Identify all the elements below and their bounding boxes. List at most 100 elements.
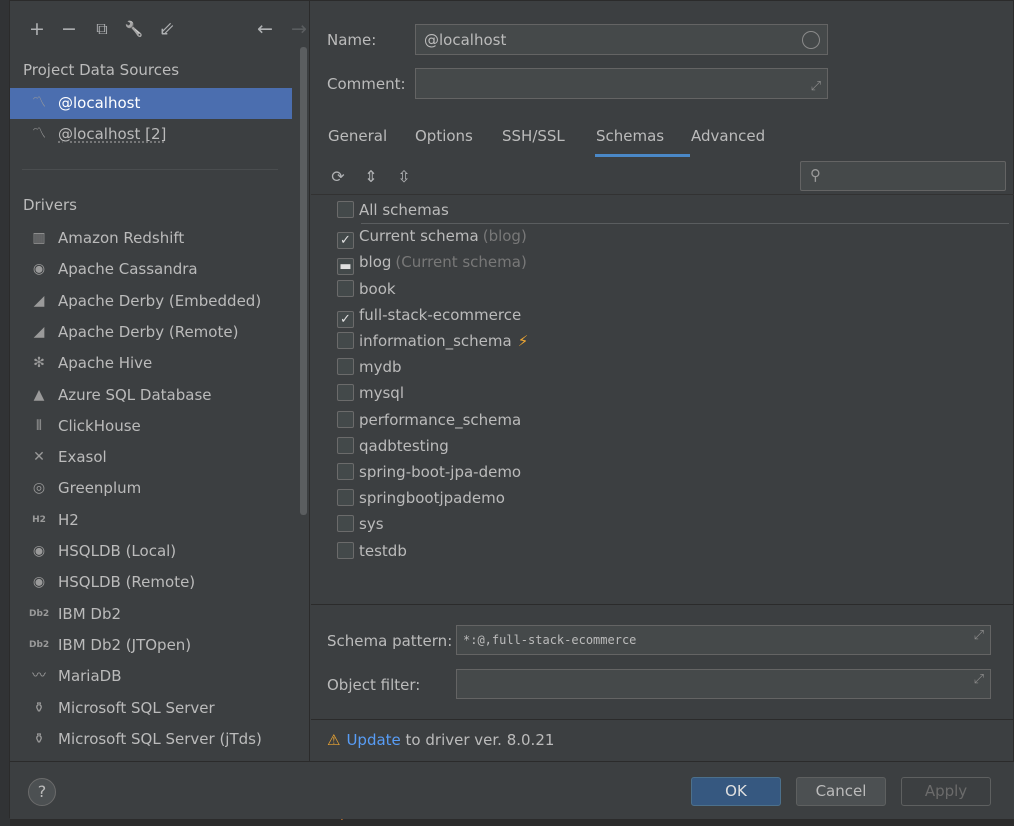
- import-icon[interactable]: ⇙: [154, 15, 180, 43]
- schema-pattern-field[interactable]: *:@,full-stack-ecommerce ⤢: [456, 625, 991, 655]
- driver-item[interactable]: ▲ Azure SQL Database: [10, 380, 292, 411]
- color-circle-icon[interactable]: [802, 31, 820, 49]
- checkbox-partial[interactable]: ▬: [337, 258, 354, 276]
- schema-row[interactable]: springbootjpademo: [337, 485, 505, 511]
- driver-icon: ◢: [33, 292, 45, 309]
- add-icon[interactable]: +: [24, 15, 50, 43]
- expand-icon[interactable]: ⤢: [974, 622, 984, 650]
- schema-label: book: [359, 279, 396, 298]
- expand-icon[interactable]: ⤢: [811, 79, 821, 94]
- driver-label: ClickHouse: [58, 416, 141, 435]
- expand-all-icon[interactable]: ⇕: [358, 163, 384, 191]
- driver-item[interactable]: ◉ Apache Cassandra: [10, 254, 292, 285]
- apply-button[interactable]: Apply: [901, 777, 991, 806]
- panel-splitter[interactable]: [311, 604, 1014, 605]
- schema-search-box[interactable]: ⚲: [800, 161, 1006, 191]
- search-icon: ⚲: [810, 166, 821, 184]
- checkbox-unchecked[interactable]: [337, 515, 354, 533]
- schema-row[interactable]: book: [337, 276, 396, 302]
- schema-row[interactable]: sys: [337, 511, 384, 537]
- checkbox-unchecked[interactable]: [337, 358, 354, 376]
- driver-label: HSQLDB (Remote): [58, 573, 196, 592]
- comment-field[interactable]: ⤢: [415, 68, 828, 99]
- wrench-icon[interactable]: 🔧: [121, 15, 147, 43]
- checkbox-unchecked[interactable]: [337, 463, 354, 480]
- project-data-sources-title: Project Data Sources: [23, 61, 180, 79]
- schema-label: Current schema: [359, 227, 479, 246]
- driver-icon: Db2: [29, 639, 50, 650]
- checkbox-unchecked[interactable]: [337, 489, 354, 507]
- comment-input[interactable]: [424, 69, 787, 98]
- checkbox-unchecked[interactable]: [337, 410, 354, 428]
- driver-item[interactable]: ✕ Exasol: [10, 442, 292, 473]
- schema-row[interactable]: testdb: [337, 538, 407, 564]
- name-field[interactable]: [415, 24, 828, 55]
- tab-options[interactable]: Options: [414, 117, 474, 157]
- driver-item[interactable]: ✻ Apache Hive: [10, 348, 292, 379]
- driver-label: Apache Cassandra: [58, 260, 198, 279]
- tab-schemas[interactable]: Schemas: [595, 117, 665, 157]
- tab-ssh-ssl[interactable]: SSH/SSL: [501, 117, 566, 157]
- tab-advanced[interactable]: Advanced: [690, 117, 766, 157]
- driver-item[interactable]: ⚱ Microsoft SQL Server (jTds): [10, 724, 292, 755]
- checkbox-checked[interactable]: ✓: [337, 232, 354, 250]
- driver-icon: ◢: [33, 323, 45, 340]
- driver-item[interactable]: ◎ Greenplum: [10, 473, 292, 504]
- driver-item[interactable]: ◉ HSQLDB (Remote): [10, 567, 292, 598]
- right-panel: Name: Comment: ⤢ General Options SSH/SSL…: [311, 1, 1014, 761]
- mysql-dolphin-icon: 〽: [32, 95, 46, 111]
- left-scrollbar[interactable]: [300, 47, 307, 515]
- warning-text: to driver ver. 8.0.21: [400, 731, 555, 749]
- cancel-button[interactable]: Cancel: [796, 777, 886, 806]
- driver-item[interactable]: ◢ Apache Derby (Embedded): [10, 286, 292, 317]
- duplicate-icon[interactable]: ⧉: [89, 15, 115, 43]
- name-label: Name:: [327, 31, 377, 49]
- schema-row[interactable]: ▬ blog (Current schema): [337, 249, 527, 276]
- checkbox-unchecked[interactable]: [337, 541, 354, 559]
- driver-item[interactable]: ▥ Amazon Redshift: [10, 223, 292, 254]
- driver-icon: ◉: [32, 574, 46, 591]
- checkbox-unchecked[interactable]: [337, 279, 354, 297]
- schema-row[interactable]: mysql: [337, 380, 404, 406]
- collapse-all-icon[interactable]: ⇳: [391, 163, 417, 191]
- help-button[interactable]: ?: [28, 778, 56, 806]
- driver-item[interactable]: Db2 IBM Db2: [10, 599, 292, 630]
- driver-update-warning: ⚠ Update to driver ver. 8.0.21: [327, 731, 554, 749]
- driver-item[interactable]: H2 H2: [10, 505, 292, 536]
- tab-general[interactable]: General: [327, 117, 388, 157]
- schema-list-border: [311, 194, 1014, 195]
- schema-row[interactable]: mydb: [337, 354, 402, 380]
- schema-row[interactable]: All schemas: [337, 197, 449, 223]
- driver-item[interactable]: ◢ Apache Derby (Remote): [10, 317, 292, 348]
- data-source-item[interactable]: 〽 @localhost: [10, 88, 292, 119]
- driver-item[interactable]: ⦀ ClickHouse: [10, 411, 292, 442]
- ok-button[interactable]: OK: [691, 777, 781, 806]
- back-arrow-icon[interactable]: ←: [252, 15, 278, 43]
- remove-icon[interactable]: −: [56, 15, 82, 43]
- schema-row[interactable]: ✓ full-stack-ecommerce: [337, 302, 521, 328]
- schema-row[interactable]: information_schema ⚡: [337, 328, 528, 354]
- checkbox-unchecked[interactable]: [337, 384, 354, 402]
- driver-item[interactable]: ⚱ Microsoft SQL Server: [10, 693, 292, 724]
- update-link[interactable]: Update: [346, 731, 400, 749]
- checkbox-unchecked[interactable]: [337, 332, 354, 349]
- refresh-icon[interactable]: ⟳: [325, 163, 351, 191]
- expand-icon[interactable]: ⤢: [974, 666, 984, 694]
- driver-item[interactable]: ◉ HSQLDB (Local): [10, 536, 292, 567]
- checkbox-checked[interactable]: ✓: [337, 310, 354, 328]
- tab-bar: General Options SSH/SSL Schemas Advanced: [327, 117, 1007, 157]
- schema-row[interactable]: qadbtesting: [337, 433, 449, 459]
- driver-label: MariaDB: [58, 667, 122, 686]
- all-schemas-separator: [361, 223, 1009, 224]
- checkbox-unchecked[interactable]: [337, 201, 354, 218]
- checkbox-unchecked[interactable]: [337, 436, 354, 454]
- forward-arrow-icon[interactable]: →: [286, 15, 312, 43]
- name-input[interactable]: [424, 25, 787, 54]
- driver-item[interactable]: 〰 MariaDB: [10, 661, 292, 692]
- driver-item[interactable]: Db2 IBM Db2 (JTOpen): [10, 630, 292, 661]
- data-source-item[interactable]: 〽 @localhost [2]: [10, 119, 292, 150]
- schema-row[interactable]: performance_schema: [337, 407, 521, 433]
- schema-row[interactable]: spring-boot-jpa-demo: [337, 459, 521, 485]
- schema-row[interactable]: ✓ Current schema (blog): [337, 223, 527, 250]
- object-filter-field[interactable]: ⤢: [456, 669, 991, 699]
